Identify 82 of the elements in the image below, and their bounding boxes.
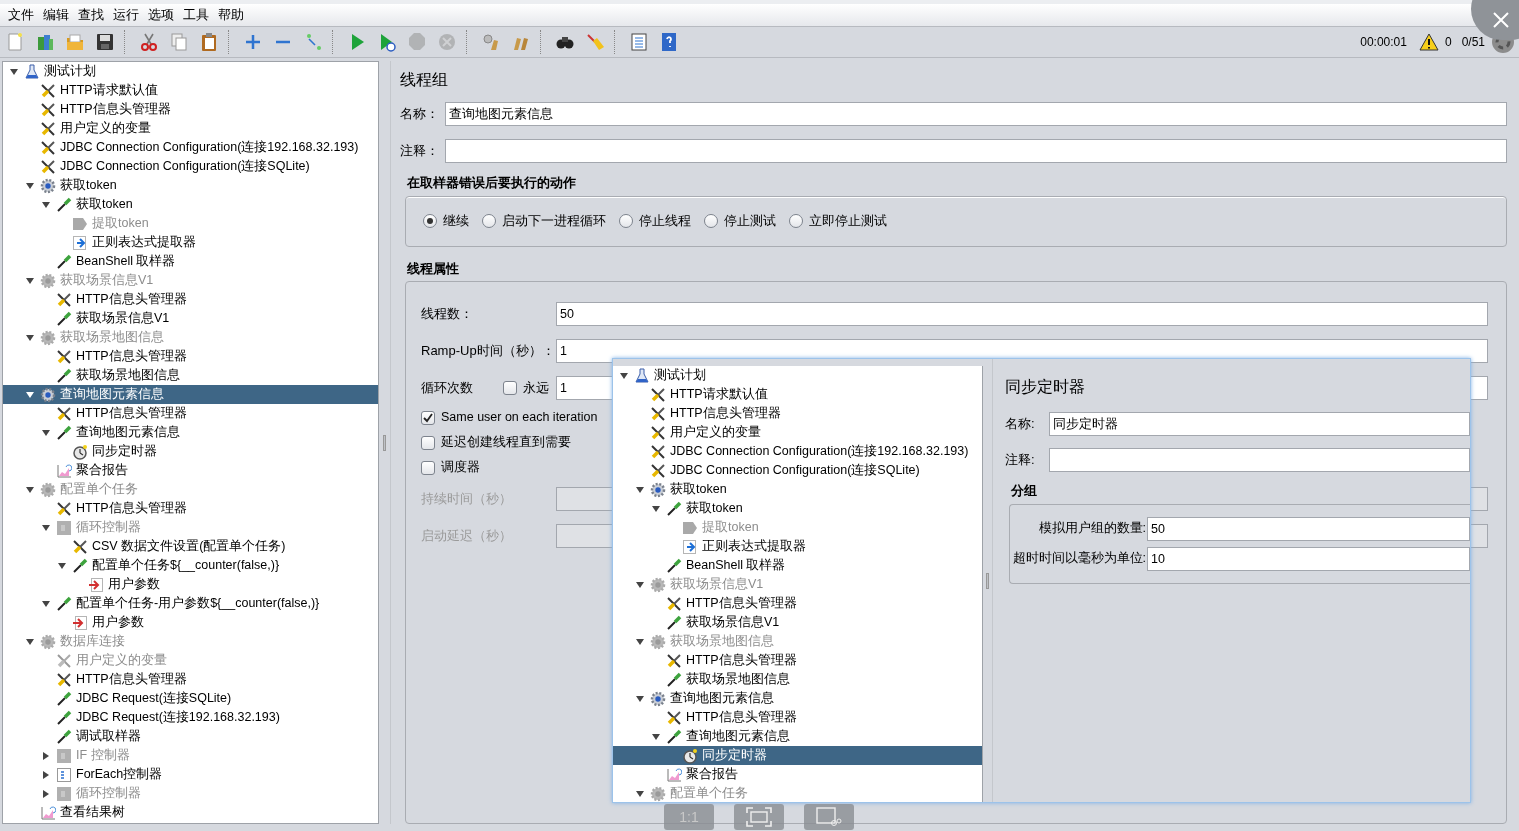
tree-item-label: 循环控制器 xyxy=(76,785,141,803)
section-title: 在取样器错误后要执行的动作 xyxy=(407,174,577,192)
tree-item-label: HTTP信息头管理器 xyxy=(686,595,797,613)
tree-item-label: HTTP信息头管理器 xyxy=(76,671,187,689)
tree-item-label: 同步定时器 xyxy=(702,747,767,765)
tree-item-label: 提取token xyxy=(92,215,149,233)
tree-item-label: 获取场景地图信息 xyxy=(670,633,774,651)
tree-item-label: JDBC Connection Configuration(连接SQLite) xyxy=(670,462,920,480)
tree-item-label: JDBC Connection Configuration(连接SQLite) xyxy=(60,158,310,176)
tree-item-label: HTTP信息头管理器 xyxy=(670,405,781,423)
tree-item-label: 用户参数 xyxy=(92,614,144,632)
tree-item-label: 获取场景信息V1 xyxy=(670,576,764,594)
tree-item-label: 配置单个任务${__counter(false,)} xyxy=(92,557,280,575)
tree-item-label: JDBC Connection Configuration(连接192.168.32.193) xyxy=(670,443,969,461)
panel-title: 同步定时器 xyxy=(1005,377,1086,397)
tree-item-label: 查询地图元素信息 xyxy=(60,386,164,404)
field-label: 循环次数 xyxy=(421,379,474,398)
field-label: 模拟用户组的数量: xyxy=(1037,520,1146,538)
field-label: Ramp-Up时间（秒）： xyxy=(421,342,556,361)
tree-item-label: HTTP请求默认值 xyxy=(60,82,158,100)
tree-item-label: 获取token xyxy=(76,196,133,214)
tree-item-label: 获取token xyxy=(670,481,727,499)
tree-item-label: 聚合报告 xyxy=(76,462,128,480)
tree-item-label: JDBC Connection Configuration(连接192.168.32.193) xyxy=(60,139,359,157)
tree-item-label: 获取场景信息V1 xyxy=(76,310,170,328)
field-label: 启动延迟（秒） xyxy=(421,527,513,546)
tree-item-label: 查询地图元素信息 xyxy=(76,424,180,442)
tree-item-label: BeanShell 取样器 xyxy=(76,253,176,271)
field-label: 线程数： xyxy=(421,305,474,324)
tree-item-label: CSV 数据文件设置(配置单个任务) xyxy=(92,538,286,556)
tree-item-label: 配置单个任务-用户参数${__counter(false,)} xyxy=(76,595,320,613)
tree-item-label: 用户参数 xyxy=(108,576,160,594)
tree-item-label: BeanShell 取样器 xyxy=(686,557,786,575)
tree-item-label: HTTP信息头管理器 xyxy=(686,709,797,727)
tree-item-label: JDBC Request(连接SQLite) xyxy=(76,690,232,708)
tree-item-label: 查看结果树 xyxy=(60,804,125,822)
tree-item-label: 用户定义的变量 xyxy=(76,652,167,670)
section-title: 分组 xyxy=(1011,482,1038,500)
field-label: 超时时间以毫秒为单位: xyxy=(1011,550,1146,568)
tree-item-label: 获取token xyxy=(686,500,743,518)
thread-count: 0/51 xyxy=(1461,34,1485,51)
tree-item-label: 获取场景地图信息 xyxy=(686,671,790,689)
tree-item-label: HTTP信息头管理器 xyxy=(76,348,187,366)
tree-item-label: 正则表达式提取器 xyxy=(702,538,806,556)
panel-title: 线程组 xyxy=(400,70,449,90)
tree-item-label: 配置单个任务 xyxy=(670,785,748,802)
field-label: 名称： xyxy=(400,105,440,124)
tree-item-label: 数据库连接 xyxy=(60,633,125,651)
tree-item-label: 测试计划 xyxy=(44,63,96,81)
tree-item-label: 查询地图元素信息 xyxy=(670,690,774,708)
tree-item-label: HTTP信息头管理器 xyxy=(76,405,187,423)
tree-item-label: 聚合报告 xyxy=(686,766,738,784)
elapsed-time: 00:00:01 xyxy=(1360,34,1407,51)
tree-item-label: 循环控制器 xyxy=(76,519,141,537)
tree-item-label: HTTP信息头管理器 xyxy=(76,291,187,309)
field-label: 持续时间（秒） xyxy=(421,490,513,509)
tree-item-label: HTTP信息头管理器 xyxy=(686,652,797,670)
tree-item-label: HTTP信息头管理器 xyxy=(60,101,171,119)
field-label: 注释： xyxy=(400,142,440,161)
tree-item-label: 同步定时器 xyxy=(92,443,157,461)
tree-item-label: 获取场景地图信息 xyxy=(60,329,164,347)
tree-item-label: 测试计划 xyxy=(654,367,706,385)
tree-item-label: 获取场景信息V1 xyxy=(60,272,154,290)
tree-item-label: 获取token xyxy=(60,177,117,195)
tree-item-label: ForEach控制器 xyxy=(76,766,163,784)
tree-item-label: JDBC Request(连接192.168.32.193) xyxy=(76,709,280,727)
tree-item-label: 配置单个任务 xyxy=(60,481,138,499)
tree-item-label: HTTP信息头管理器 xyxy=(76,500,187,518)
tree-item-label: 用户定义的变量 xyxy=(60,120,151,138)
tree-item-label: 获取场景地图信息 xyxy=(76,367,180,385)
field-label: 名称: xyxy=(1005,415,1036,434)
tree-item-label: IF 控制器 xyxy=(76,747,130,765)
warning-count: 0 xyxy=(1444,34,1452,51)
tree-item-label: 用户定义的变量 xyxy=(670,424,761,442)
section-title: 线程属性 xyxy=(407,259,460,278)
tree-item-label: 获取场景信息V1 xyxy=(686,614,780,632)
tree-item-label: HTTP请求默认值 xyxy=(670,386,768,404)
tree-item-label: 正则表达式提取器 xyxy=(92,234,196,252)
tree-item-label: 查询地图元素信息 xyxy=(686,728,790,746)
tree-item-label: 调试取样器 xyxy=(76,728,141,746)
field-label: 注释: xyxy=(1005,451,1036,470)
tree-item-label: 提取token xyxy=(702,519,759,537)
